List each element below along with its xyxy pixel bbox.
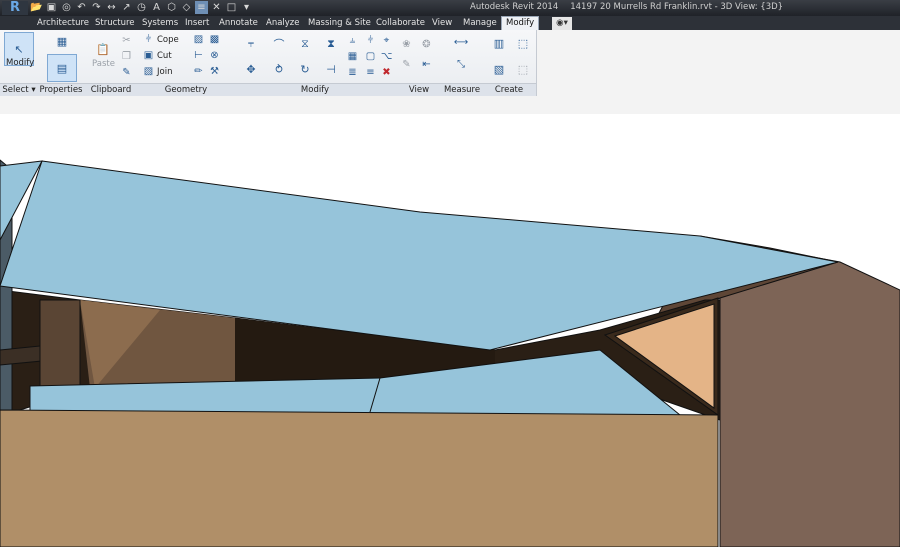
sync-icon[interactable]: ◎ bbox=[60, 1, 73, 14]
dimension-icon[interactable]: ↗ bbox=[120, 1, 133, 14]
clipboard-panel-label: Clipboard bbox=[84, 83, 138, 96]
tab-architecture[interactable]: Architecture bbox=[37, 17, 89, 30]
paste-label: Paste bbox=[92, 59, 115, 69]
linework-icon[interactable]: ✎ bbox=[400, 58, 413, 71]
open-icon[interactable]: 📂 bbox=[30, 1, 43, 14]
cut-label[interactable]: Cut bbox=[157, 51, 172, 61]
view-panel-label: View bbox=[396, 83, 442, 96]
select-panel: ↖ Modify Select ▾ bbox=[0, 30, 39, 96]
unpin-icon[interactable]: ⌖ bbox=[380, 34, 393, 47]
move-icon[interactable]: ✥ bbox=[236, 56, 266, 82]
options-bar bbox=[0, 96, 900, 115]
wall-joins-icon[interactable]: ⊢ bbox=[192, 49, 205, 62]
array-icon[interactable]: ▦ bbox=[346, 50, 359, 63]
tab-manage[interactable]: Manage bbox=[463, 17, 497, 30]
join-icon[interactable]: ▧ bbox=[142, 65, 155, 78]
create-similar-icon[interactable]: ⬚ bbox=[508, 56, 538, 82]
select-panel-label[interactable]: Select ▾ bbox=[0, 83, 38, 96]
tab-modify[interactable]: Modify bbox=[501, 16, 540, 31]
left-column bbox=[39, 299, 81, 391]
align-icon[interactable]: ⫧ bbox=[236, 31, 266, 57]
document-name: 14197 20 Murrells Rd Franklin.rvt - 3D V… bbox=[570, 2, 784, 12]
3d-view-icon[interactable]: ⬡ bbox=[165, 1, 178, 14]
hide-element-icon[interactable]: ⇤ bbox=[420, 58, 433, 71]
trim-multiple-icon[interactable]: ≣ bbox=[346, 66, 359, 79]
view-panel: ❀ ❂ ✎ ⇤ View bbox=[396, 30, 443, 96]
type-properties-icon[interactable]: ▦ bbox=[47, 31, 77, 51]
application-menu-button[interactable]: R bbox=[2, 1, 28, 15]
section-icon[interactable]: ◇ bbox=[180, 1, 193, 14]
tag-icon[interactable]: ◷ bbox=[135, 1, 148, 14]
3d-view-canvas[interactable] bbox=[0, 114, 900, 547]
undo-icon[interactable]: ↶ bbox=[75, 1, 88, 14]
demolish-icon[interactable]: ⊗ bbox=[208, 49, 221, 62]
split-gap-icon[interactable]: ⫩ bbox=[364, 34, 377, 47]
scale-icon[interactable]: ▢ bbox=[364, 50, 377, 63]
ribbon-toggle-icon[interactable]: ◉▾ bbox=[552, 17, 572, 30]
modify-button-label: Modify bbox=[6, 58, 35, 68]
cut-icon[interactable]: ✂ bbox=[120, 34, 133, 47]
paint-icon[interactable]: ▩ bbox=[208, 33, 221, 46]
modify-panel-label: Modify bbox=[234, 83, 396, 96]
measure-panel: ⟷ ⤡ Measure bbox=[442, 30, 483, 96]
tab-insert[interactable]: Insert bbox=[185, 17, 209, 30]
aligned-dimension-icon[interactable]: ⤡ bbox=[448, 58, 474, 71]
save-icon[interactable]: ▣ bbox=[45, 1, 58, 14]
measure-panel-label: Measure bbox=[442, 83, 482, 96]
tab-systems[interactable]: Systems bbox=[142, 17, 178, 30]
redo-icon[interactable]: ↷ bbox=[90, 1, 103, 14]
match-icon[interactable]: ✎ bbox=[120, 66, 133, 79]
remove-paint-icon[interactable]: ✏ bbox=[192, 65, 205, 78]
tab-collaborate[interactable]: Collaborate bbox=[376, 17, 425, 30]
copy-icon[interactable]: ❐ bbox=[120, 50, 133, 63]
split-icon[interactable]: ⚒ bbox=[208, 65, 221, 78]
close-windows-icon[interactable]: ✕ bbox=[210, 1, 223, 14]
properties-panel: ▦ ▤ Properties bbox=[38, 30, 85, 96]
trim-extend-icon[interactable]: ⊣ bbox=[316, 56, 346, 82]
join-label[interactable]: Join bbox=[157, 67, 172, 77]
cut-geometry-icon[interactable]: ▣ bbox=[142, 49, 155, 62]
tab-analyze[interactable]: Analyze bbox=[266, 17, 300, 30]
quick-access-toolbar: 📂 ▣ ◎ ↶ ↷ ↔ ↗ ◷ A ⬡ ◇ ≡ ✕ □ ▾ bbox=[30, 1, 253, 15]
ribbon: ↖ Modify Select ▾ ▦ ▤ Properties 📋 Paste… bbox=[0, 30, 900, 97]
split-element-icon[interactable]: ⫨ bbox=[346, 34, 359, 47]
create-panel: ▥ ⬚ ▧ ⬚ Create bbox=[482, 30, 537, 96]
create-group-icon[interactable]: ⬚ bbox=[508, 31, 538, 55]
qat-dropdown-icon[interactable]: ▾ bbox=[240, 1, 253, 14]
modify-panel: ⫧ ⌒ ⧖ ⧗ ✥ ⥁ ↻ ⊣ ⫨ ⫩ ⌖ ▦ ▢ ⌥ ≣ ≡ ✖ Modify bbox=[234, 30, 397, 96]
split-face-icon[interactable]: ▨ bbox=[192, 33, 205, 46]
override-graphics-icon[interactable]: ❂ bbox=[420, 38, 433, 51]
geometry-panel: ⫩ Cope ▣ Cut ▧ Join ▨ ▩ ⊢ ⊗ ✏ ⚒ Geometry bbox=[138, 30, 235, 96]
ribbon-tabs: Architecture Structure Systems Insert An… bbox=[0, 16, 900, 31]
pin-icon[interactable]: ⌥ bbox=[380, 50, 393, 63]
clipboard-panel: 📋 Paste ✂ ❐ ✎ Clipboard bbox=[84, 30, 139, 96]
switch-windows-icon[interactable]: □ bbox=[225, 1, 238, 14]
measure-icon[interactable]: ↔ bbox=[105, 1, 118, 14]
create-panel-label: Create bbox=[482, 83, 536, 96]
trim-single-icon[interactable]: ≡ bbox=[364, 66, 377, 79]
properties-icon[interactable]: ▤ bbox=[47, 54, 77, 82]
mirror-draw-icon[interactable]: ⧗ bbox=[316, 31, 346, 57]
properties-panel-label[interactable]: Properties bbox=[38, 83, 84, 96]
tab-annotate[interactable]: Annotate bbox=[219, 17, 258, 30]
delete-icon[interactable]: ✖ bbox=[380, 66, 393, 79]
title-bar: R 📂 ▣ ◎ ↶ ↷ ↔ ↗ ◷ A ⬡ ◇ ≡ ✕ □ ▾ Autodesk… bbox=[0, 0, 900, 16]
geometry-panel-label: Geometry bbox=[138, 83, 234, 96]
hide-bulb-icon[interactable]: ❀ bbox=[400, 38, 413, 51]
tab-massing-site[interactable]: Massing & Site bbox=[308, 17, 371, 30]
cope-icon[interactable]: ⫩ bbox=[142, 33, 155, 46]
tab-structure[interactable]: Structure bbox=[95, 17, 135, 30]
cope-label[interactable]: Cope bbox=[157, 35, 179, 45]
tab-view[interactable]: View bbox=[432, 17, 452, 30]
app-name: Autodesk Revit 2014 bbox=[470, 2, 559, 12]
front-wall bbox=[0, 409, 719, 547]
text-icon[interactable]: A bbox=[150, 1, 163, 14]
thin-lines-icon[interactable]: ≡ bbox=[195, 1, 208, 14]
window-title: Autodesk Revit 2014 14197 20 Murrells Rd … bbox=[470, 2, 795, 12]
measure-between-icon[interactable]: ⟷ bbox=[448, 36, 474, 49]
